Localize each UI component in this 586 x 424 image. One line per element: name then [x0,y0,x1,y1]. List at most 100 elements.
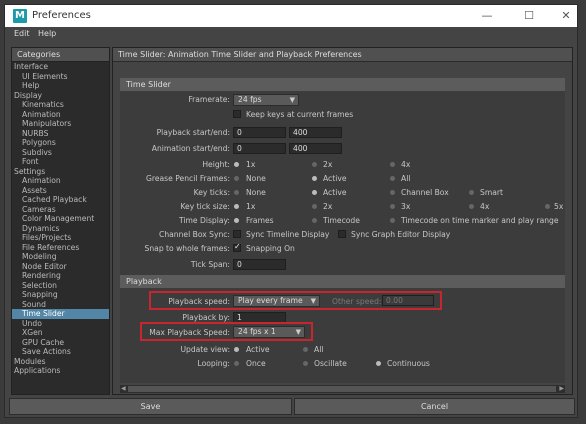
category-item[interactable]: Color Management [12,214,109,224]
category-item[interactable]: Modules [12,357,109,367]
category-item[interactable]: GPU Cache [12,338,109,348]
scroll-right-icon[interactable]: ▶ [559,385,564,392]
timedisplay-timecode-radio[interactable] [312,218,317,223]
category-item[interactable]: Snapping [12,290,109,300]
time-slider-section-title[interactable]: Time Slider [120,78,565,91]
ticksize-5x-radio[interactable] [545,204,550,209]
time-slider-section: Time Slider Framerate: 24 fps ▼ Keep key… [120,78,565,275]
height-4x-radio[interactable] [390,162,395,167]
category-item[interactable]: Cached Playback [12,195,109,205]
category-item[interactable]: Rendering [12,271,109,281]
minimize-icon[interactable]: — [479,8,495,24]
ticksize-2x-radio[interactable] [312,204,317,209]
grease-active-radio[interactable] [312,176,317,181]
category-item[interactable]: Time Slider [12,309,109,319]
category-item[interactable]: Cameras [12,205,109,215]
category-item[interactable]: Font [12,157,109,167]
looping-oscillate-radio[interactable] [303,361,308,366]
horizontal-scrollbar[interactable]: ◀ ▶ [120,385,565,393]
window-title: Preferences [32,10,91,21]
category-item[interactable]: Applications [12,366,109,376]
timedisplay-marker-radio[interactable] [390,218,395,223]
snapping-on-label: Snapping On [246,244,295,253]
category-item[interactable]: NURBS [12,129,109,139]
update-all-label: All [314,345,324,354]
timedisplay-frames-radio[interactable] [234,218,239,223]
category-item[interactable]: File References [12,243,109,253]
keyticks-channelbox-radio[interactable] [390,190,395,195]
category-item[interactable]: Subdivs [12,148,109,158]
scroll-left-icon[interactable]: ◀ [121,385,126,392]
save-button[interactable]: Save [9,398,292,415]
looping-once-radio[interactable] [234,361,239,366]
height-1x-radio[interactable] [234,162,239,167]
category-item[interactable]: Selection [12,281,109,291]
menu-help[interactable]: Help [38,29,56,38]
grease-all-radio[interactable] [390,176,395,181]
close-icon[interactable]: ✕ [558,8,574,24]
playback-section: Playback Playback speed: Play every fram… [120,275,565,383]
ticksize-2x-label: 2x [323,202,333,211]
snapping-on-checkbox[interactable] [233,242,241,252]
animation-start-field[interactable]: 0 [233,143,286,154]
category-item[interactable]: Dynamics [12,224,109,234]
update-all-radio[interactable] [303,347,308,352]
category-item[interactable]: Node Editor [12,262,109,272]
category-item[interactable]: Save Actions [12,347,109,357]
update-active-radio[interactable] [234,347,239,352]
category-item[interactable]: Polygons [12,138,109,148]
category-item[interactable]: Kinematics [12,100,109,110]
category-item[interactable]: Undo [12,319,109,329]
height-2x-label: 2x [323,160,333,169]
playback-end-field[interactable]: 400 [289,127,342,138]
category-item[interactable]: Modeling [12,252,109,262]
keyticks-active-radio[interactable] [312,190,317,195]
update-view-label: Update view: [180,345,230,354]
category-item[interactable]: Interface [12,62,109,72]
ticksize-3x-label: 3x [401,202,411,211]
looping-continuous-radio[interactable] [376,361,381,366]
category-item[interactable]: Settings [12,167,109,177]
category-item[interactable]: Display [12,91,109,101]
category-item[interactable]: Manipulators [12,119,109,129]
playback-section-title[interactable]: Playback [120,275,565,288]
scrollbar-thumb[interactable] [128,386,556,392]
category-item[interactable]: UI Elements [12,72,109,82]
categories-list: Interface UI Elements Help Display Kinematic… [12,62,109,376]
category-item[interactable]: XGen [12,328,109,338]
ticksize-3x-radio[interactable] [390,204,395,209]
tick-span-field[interactable]: 0 [233,259,286,270]
timedisplay-timecode-label: Timecode [323,216,360,225]
chevron-down-icon: ▼ [289,96,295,104]
keyticks-smart-radio[interactable] [469,190,474,195]
framerate-value: 24 fps [238,95,262,104]
category-item[interactable]: Sound [12,300,109,310]
height-2x-radio[interactable] [312,162,317,167]
categories-panel: Categories Interface UI Elements Help Displ… [11,47,110,395]
height-label: Height: [202,160,230,169]
ticksize-1x-radio[interactable] [234,204,239,209]
max-playback-speed-highlight [140,322,313,341]
menu-bar: Edit Help [5,27,577,42]
framerate-dropdown[interactable]: 24 fps ▼ [233,94,299,106]
category-item[interactable]: Help [12,81,109,91]
category-item[interactable]: Assets [12,186,109,196]
menu-edit[interactable]: Edit [14,29,30,38]
keep-keys-checkbox[interactable] [233,110,241,118]
category-item[interactable]: Animation [12,110,109,120]
maya-logo-icon: M [13,9,27,23]
sync-timeline-checkbox[interactable] [233,230,241,238]
animation-end-field[interactable]: 400 [289,143,342,154]
grease-none-radio[interactable] [234,176,239,181]
tick-span-label: Tick Span: [190,260,230,269]
ticksize-4x-radio[interactable] [469,204,474,209]
keyticks-active-label: Active [323,188,347,197]
playback-start-field[interactable]: 0 [233,127,286,138]
keyticks-none-radio[interactable] [234,190,239,195]
category-item[interactable]: Animation [12,176,109,186]
category-item[interactable]: Files/Projects [12,233,109,243]
sync-graph-editor-checkbox[interactable] [338,230,346,238]
cancel-button[interactable]: Cancel [294,398,575,415]
title-bar: M Preferences — ☐ ✕ [5,5,577,27]
maximize-icon[interactable]: ☐ [521,8,537,24]
